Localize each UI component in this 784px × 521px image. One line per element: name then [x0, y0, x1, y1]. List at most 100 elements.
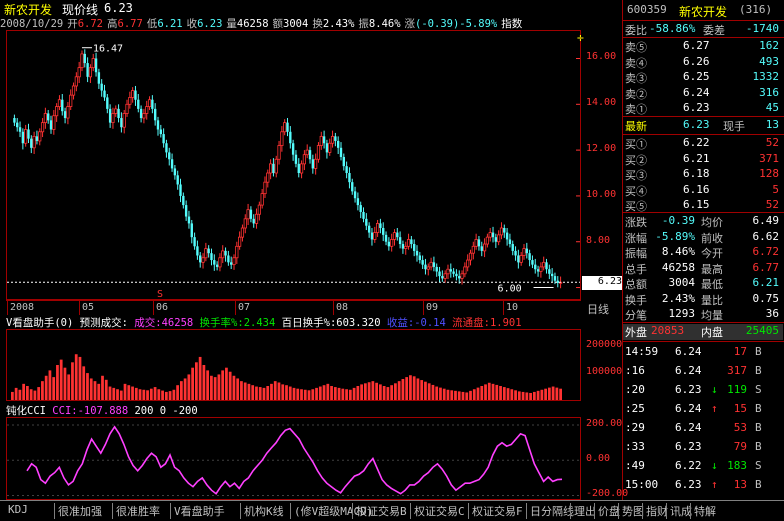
candle: [429, 257, 433, 271]
volume-bar: [56, 365, 59, 400]
volume-bar: [221, 370, 225, 400]
stat-label: 总额: [625, 278, 647, 291]
cci-title: 钝化CCI: [6, 405, 46, 417]
candle: [406, 233, 411, 250]
candle: [207, 245, 210, 258]
volume-bar: [134, 387, 138, 400]
sell-level-price: 6.24: [683, 85, 710, 99]
info-turnover: 2.43%: [322, 18, 355, 30]
indicator-tab[interactable]: 讯成: [670, 503, 692, 519]
indicator-tab[interactable]: 很准加强: [58, 503, 102, 519]
volume-bar: [386, 387, 390, 400]
info-amplitude: 8.46%: [368, 18, 401, 30]
indicator-tab[interactable]: 价盘: [598, 503, 620, 519]
volume-bar: [266, 386, 270, 400]
volume-bar: [476, 387, 480, 400]
month-separator: [333, 301, 334, 315]
indicator-tab[interactable]: 势图: [622, 503, 644, 519]
stat-label: 今开: [701, 247, 723, 260]
main-price-chart[interactable]: 16.47 6.00 S: [6, 30, 581, 300]
crosshair-icon[interactable]: ✛: [577, 31, 584, 44]
candle: [218, 253, 222, 272]
month-separator: [235, 301, 236, 315]
volume-bar: [206, 370, 210, 400]
candle: [362, 207, 365, 223]
info-open: 6.72: [77, 18, 104, 30]
indicator-tab[interactable]: 日分隔线: [530, 503, 574, 519]
candle: [379, 218, 382, 234]
candle: [128, 91, 132, 109]
stat-row: 总额 3004 最低 6.21: [623, 276, 783, 291]
candle: [187, 210, 191, 229]
candle: [32, 131, 36, 155]
candle: [114, 105, 118, 117]
candle: [243, 214, 247, 234]
tick-time: 14:59: [625, 345, 659, 358]
indicator-tab[interactable]: 指财: [646, 503, 668, 519]
buy-level-label: 买①: [625, 138, 647, 151]
candle: [40, 118, 45, 138]
cci-chart[interactable]: [6, 417, 581, 500]
volume-bar: [93, 381, 97, 400]
candle: [43, 107, 47, 129]
indicator-tab[interactable]: 机构K线: [244, 503, 284, 519]
tick-side: S: [755, 459, 762, 472]
volume-bar: [326, 383, 330, 400]
candle: [401, 240, 405, 254]
candle: [30, 135, 33, 154]
tab-separator: [594, 503, 595, 519]
candle: [13, 114, 16, 127]
volume-bar: [138, 389, 142, 400]
candle: [151, 95, 154, 114]
indicator-tab[interactable]: 权证交易B: [356, 503, 407, 519]
tick-volume: 53: [733, 421, 747, 434]
candle: [466, 254, 470, 272]
indicator-tab[interactable]: 很准胜率: [116, 503, 160, 519]
stat-value: 6.77: [752, 260, 780, 274]
stat-label: 分笔: [625, 309, 647, 322]
tick-side: B: [755, 364, 762, 377]
vol-y-tick: 200000: [586, 339, 623, 351]
candle: [441, 270, 444, 282]
cci-levels: 200 0 -200: [134, 405, 198, 417]
candle: [86, 57, 89, 83]
candle: [432, 256, 436, 272]
candle: [88, 64, 93, 83]
candle: [345, 161, 348, 179]
volume-chart[interactable]: [6, 329, 581, 401]
volume-bar: [236, 378, 240, 400]
indicator-tab[interactable]: V看盘助手: [174, 503, 225, 519]
stat-value: 8.46%: [661, 245, 695, 258]
volume-bar: [514, 390, 517, 400]
volume-bar: [48, 370, 52, 400]
candle: [246, 203, 250, 226]
volume-bar: [296, 388, 300, 400]
indicator-tab[interactable]: 理出: [574, 503, 596, 519]
stat-value: 6.62: [752, 229, 780, 243]
candle: [550, 268, 554, 283]
info-date: 2008/10/29: [0, 18, 64, 30]
cci-y-tick: 0.00: [586, 453, 611, 465]
candle: [503, 224, 506, 238]
vol-income: 收益:-0.14: [386, 317, 446, 329]
buy-level-price: 6.15: [683, 198, 710, 211]
trade-tick-row: :16 6.24 317 B: [623, 364, 783, 379]
sell-level-price: 6.25: [683, 70, 710, 83]
sell-level-label: 卖④: [625, 56, 647, 70]
tab-separator: [112, 503, 113, 519]
volume-bar: [172, 389, 176, 400]
candle: [336, 136, 340, 155]
candle: [168, 147, 171, 166]
volume-bar: [183, 378, 187, 400]
candle: [210, 248, 213, 266]
indicator-tab[interactable]: 权证交易C: [414, 503, 465, 519]
volume-bar: [153, 387, 157, 400]
indicator-tab[interactable]: 权证交易F: [472, 503, 523, 519]
candle: [254, 208, 259, 229]
volume-bar: [198, 356, 202, 400]
candle: [474, 233, 478, 250]
indicator-tab[interactable]: 特解: [694, 503, 716, 519]
candle: [299, 160, 304, 179]
candle: [27, 123, 30, 144]
indicator-tab[interactable]: KDJ: [8, 503, 28, 516]
